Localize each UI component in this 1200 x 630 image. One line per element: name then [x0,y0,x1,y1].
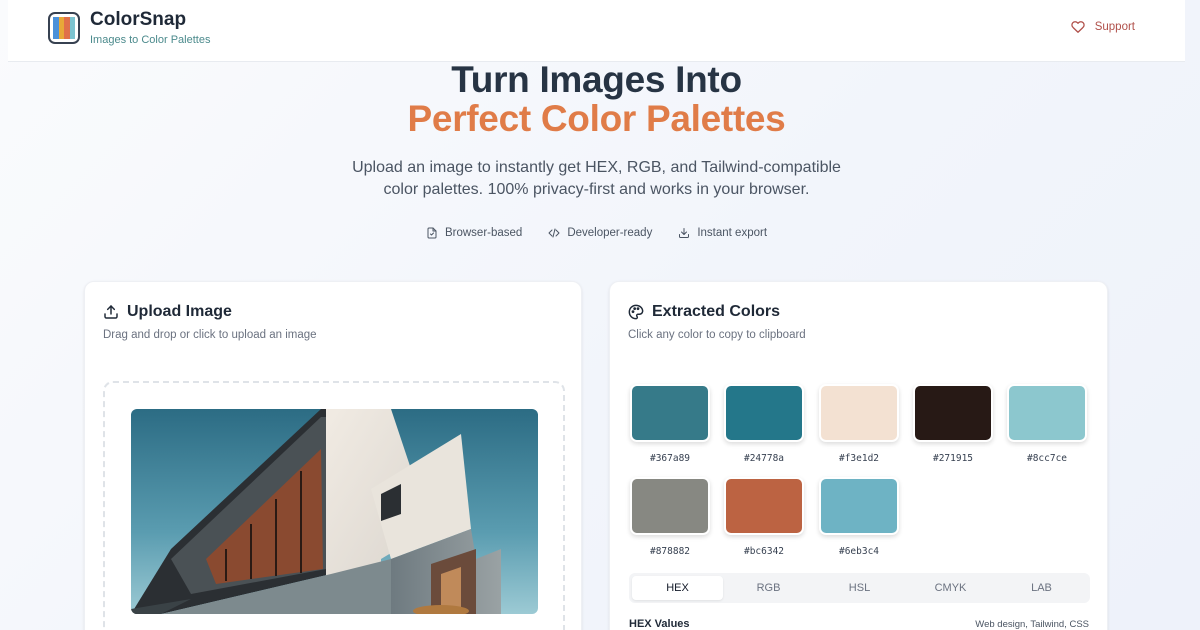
upload-icon [104,305,118,319]
extracted-subtitle: Click any color to copy to clipboard [628,329,806,341]
image-dropzone[interactable] [103,381,565,630]
color-swatch[interactable] [724,384,804,442]
hero-description-line1: Upload an image to instantly get HEX, RG… [352,159,841,176]
colorsnap-logo-icon[interactable] [48,12,80,44]
color-swatch[interactable] [1007,384,1087,442]
swatch-hex-label: #6eb3c4 [838,546,880,557]
feature-label: Developer-ready [567,227,653,239]
swatch-hex-label: #f3e1d2 [838,453,880,464]
browser-file-icon [427,227,437,239]
upload-title-text: Upload Image [127,303,232,320]
upload-card-title: Upload Image [103,303,232,321]
upload-card: Upload Image Drag and drop or click to u… [84,281,582,630]
extracted-card-title: Extracted Colors [628,303,780,321]
swatch-hex-label: #271915 [932,453,974,464]
swatch-hex-label: #367a89 [649,453,691,464]
swatch-hex-label: #8cc7ce [1026,453,1068,464]
uploaded-image-preview [131,409,538,614]
swatch-hex-label: #24778a [743,453,785,464]
support-label: Support [1094,21,1135,33]
feature-browser-based: Browser-based [426,227,522,239]
upload-subtitle: Drag and drop or click to upload an imag… [103,329,317,341]
tab-lab[interactable]: LAB [996,576,1087,600]
format-tabs: HEX RGB HSL CMYK LAB [629,573,1090,603]
color-swatch[interactable] [630,384,710,442]
hero-title-line1: Turn Images Into [451,59,742,100]
top-header: ColorSnap Images to Color Palettes Suppo… [8,0,1185,62]
extracted-title-text: Extracted Colors [652,303,781,320]
tab-hex[interactable]: HEX [632,576,723,600]
tab-cmyk[interactable]: CMYK [905,576,996,600]
swatch-hex-label: #878882 [649,546,691,557]
color-swatch[interactable] [819,477,899,535]
feature-label: Instant export [697,227,768,239]
feature-developer-ready: Developer-ready [548,227,652,239]
tab-rgb[interactable]: RGB [723,576,814,600]
tab-hsl[interactable]: HSL [814,576,905,600]
extracted-colors-card: Extracted Colors Click any color to copy… [609,281,1108,630]
hero-description: Upload an image to instantly get HEX, RG… [0,157,1193,201]
values-usage-hint: Web design, Tailwind, CSS [975,619,1089,630]
heart-icon [1071,21,1085,33]
values-section-title: HEX Values [629,618,690,630]
feature-label: Browser-based [444,227,523,239]
code-icon [548,228,560,238]
hero-title-line2: Perfect Color Palettes [407,98,786,139]
color-swatch[interactable] [819,384,899,442]
architecture-photo [131,409,538,614]
feature-instant-export: Instant export [678,227,767,239]
color-swatch[interactable] [913,384,993,442]
brand-name[interactable]: ColorSnap [90,9,186,31]
swatch-hex-label: #bc6342 [743,546,785,557]
hero-description-line2: color palettes. 100% privacy-first and w… [383,181,810,198]
brand-tagline: Images to Color Palettes [90,34,211,46]
download-icon [679,228,690,238]
logo-stripe-teal [69,17,75,39]
support-link[interactable]: Support [1071,20,1135,34]
color-swatch[interactable] [724,477,804,535]
color-swatch[interactable] [630,477,710,535]
palette-icon [628,304,644,320]
feature-list: Browser-based Developer-ready Instant ex… [0,227,1193,239]
